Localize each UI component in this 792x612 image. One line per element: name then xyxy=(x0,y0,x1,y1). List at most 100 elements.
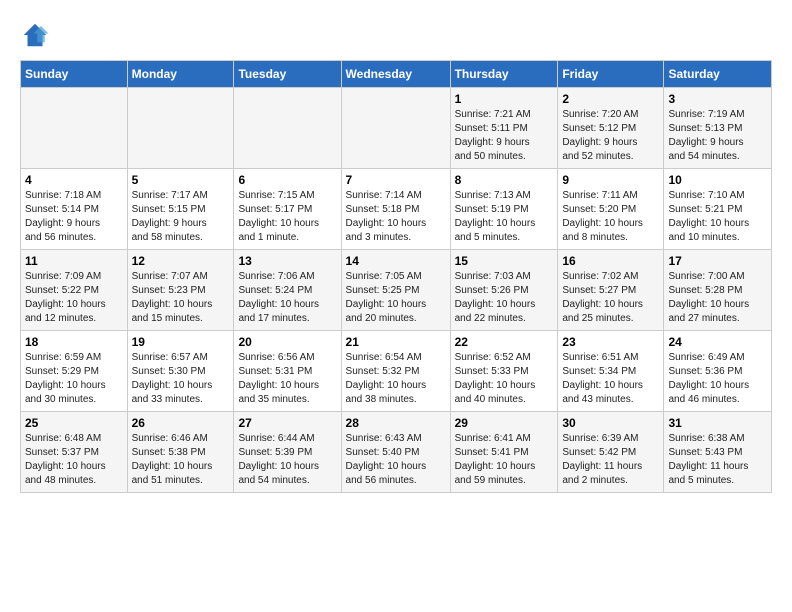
day-info: Sunrise: 6:41 AM Sunset: 5:41 PM Dayligh… xyxy=(455,432,554,488)
day-number: 13 xyxy=(238,254,336,268)
day-number: 31 xyxy=(668,416,767,430)
day-cell: 18 Sunrise: 6:59 AM Sunset: 5:29 PM Dayli… xyxy=(21,331,128,412)
calendar-table: SundayMondayTuesdayWednesdayThursdayFrid… xyxy=(20,60,772,493)
day-number: 29 xyxy=(455,416,554,430)
day-cell xyxy=(21,88,128,169)
day-info: Sunrise: 6:51 AM Sunset: 5:34 PM Dayligh… xyxy=(562,351,659,407)
day-number: 3 xyxy=(668,92,767,106)
day-number: 7 xyxy=(346,173,446,187)
day-cell: 14 Sunrise: 7:05 AM Sunset: 5:25 PM Dayli… xyxy=(341,250,450,331)
day-info: Sunrise: 6:56 AM Sunset: 5:31 PM Dayligh… xyxy=(238,351,336,407)
day-number: 14 xyxy=(346,254,446,268)
day-info: Sunrise: 6:38 AM Sunset: 5:43 PM Dayligh… xyxy=(668,432,767,488)
day-cell: 1 Sunrise: 7:21 AM Sunset: 5:11 PM Daylig… xyxy=(450,88,558,169)
day-info: Sunrise: 6:52 AM Sunset: 5:33 PM Dayligh… xyxy=(455,351,554,407)
day-info: Sunrise: 6:54 AM Sunset: 5:32 PM Dayligh… xyxy=(346,351,446,407)
header-cell-wednesday: Wednesday xyxy=(341,61,450,88)
day-number: 4 xyxy=(25,173,123,187)
day-info: Sunrise: 6:59 AM Sunset: 5:29 PM Dayligh… xyxy=(25,351,123,407)
day-number: 24 xyxy=(668,335,767,349)
day-cell: 2 Sunrise: 7:20 AM Sunset: 5:12 PM Daylig… xyxy=(558,88,664,169)
day-info: Sunrise: 7:14 AM Sunset: 5:18 PM Dayligh… xyxy=(346,189,446,245)
day-number: 17 xyxy=(668,254,767,268)
day-cell: 5Sunrise: 7:17 AM Sunset: 5:15 PM Daylig… xyxy=(127,169,234,250)
day-cell: 21Sunrise: 6:54 AM Sunset: 5:32 PM Dayli… xyxy=(341,331,450,412)
day-cell: 11 Sunrise: 7:09 AM Sunset: 5:22 PM Dayli… xyxy=(21,250,128,331)
day-info: Sunrise: 7:21 AM Sunset: 5:11 PM Dayligh… xyxy=(455,108,554,164)
day-number: 9 xyxy=(562,173,659,187)
day-info: Sunrise: 7:02 AM Sunset: 5:27 PM Dayligh… xyxy=(562,270,659,326)
logo-icon xyxy=(20,20,50,50)
day-number: 1 xyxy=(455,92,554,106)
day-info: Sunrise: 7:00 AM Sunset: 5:28 PM Dayligh… xyxy=(668,270,767,326)
logo xyxy=(20,20,54,50)
day-cell: 16 Sunrise: 7:02 AM Sunset: 5:27 PM Dayli… xyxy=(558,250,664,331)
page-header xyxy=(20,20,772,50)
day-cell: 25 Sunrise: 6:48 AM Sunset: 5:37 PM Dayli… xyxy=(21,412,128,493)
header-cell-sunday: Sunday xyxy=(21,61,128,88)
day-number: 6 xyxy=(238,173,336,187)
day-cell: 17 Sunrise: 7:00 AM Sunset: 5:28 PM Dayli… xyxy=(664,250,772,331)
day-cell: 24 Sunrise: 6:49 AM Sunset: 5:36 PM Dayli… xyxy=(664,331,772,412)
day-number: 19 xyxy=(132,335,230,349)
day-number: 5 xyxy=(132,173,230,187)
header-cell-tuesday: Tuesday xyxy=(234,61,341,88)
day-info: Sunrise: 7:06 AM Sunset: 5:24 PM Dayligh… xyxy=(238,270,336,326)
day-info: Sunrise: 6:48 AM Sunset: 5:37 PM Dayligh… xyxy=(25,432,123,488)
day-number: 23 xyxy=(562,335,659,349)
day-number: 18 xyxy=(25,335,123,349)
day-cell: 29 Sunrise: 6:41 AM Sunset: 5:41 PM Dayli… xyxy=(450,412,558,493)
day-info: Sunrise: 7:07 AM Sunset: 5:23 PM Dayligh… xyxy=(132,270,230,326)
day-info: Sunrise: 7:20 AM Sunset: 5:12 PM Dayligh… xyxy=(562,108,659,164)
header-cell-thursday: Thursday xyxy=(450,61,558,88)
day-cell: 28Sunrise: 6:43 AM Sunset: 5:40 PM Dayli… xyxy=(341,412,450,493)
week-row-5: 25 Sunrise: 6:48 AM Sunset: 5:37 PM Dayli… xyxy=(21,412,772,493)
day-number: 30 xyxy=(562,416,659,430)
day-cell: 31 Sunrise: 6:38 AM Sunset: 5:43 PM Dayli… xyxy=(664,412,772,493)
day-number: 25 xyxy=(25,416,123,430)
day-cell: 6 Sunrise: 7:15 AM Sunset: 5:17 PM Daylig… xyxy=(234,169,341,250)
day-info: Sunrise: 6:44 AM Sunset: 5:39 PM Dayligh… xyxy=(238,432,336,488)
day-info: Sunrise: 7:05 AM Sunset: 5:25 PM Dayligh… xyxy=(346,270,446,326)
day-cell: 3 Sunrise: 7:19 AM Sunset: 5:13 PM Daylig… xyxy=(664,88,772,169)
day-info: Sunrise: 7:19 AM Sunset: 5:13 PM Dayligh… xyxy=(668,108,767,164)
day-cell: 8Sunrise: 7:13 AM Sunset: 5:19 PM Daylig… xyxy=(450,169,558,250)
day-info: Sunrise: 6:46 AM Sunset: 5:38 PM Dayligh… xyxy=(132,432,230,488)
day-info: Sunrise: 7:10 AM Sunset: 5:21 PM Dayligh… xyxy=(668,189,767,245)
day-cell xyxy=(127,88,234,169)
day-number: 2 xyxy=(562,92,659,106)
day-cell: 27 Sunrise: 6:44 AM Sunset: 5:39 PM Dayli… xyxy=(234,412,341,493)
day-number: 27 xyxy=(238,416,336,430)
header-cell-saturday: Saturday xyxy=(664,61,772,88)
day-cell xyxy=(341,88,450,169)
header-cell-monday: Monday xyxy=(127,61,234,88)
week-row-3: 11 Sunrise: 7:09 AM Sunset: 5:22 PM Dayli… xyxy=(21,250,772,331)
day-number: 28 xyxy=(346,416,446,430)
week-row-4: 18 Sunrise: 6:59 AM Sunset: 5:29 PM Dayli… xyxy=(21,331,772,412)
day-info: Sunrise: 6:39 AM Sunset: 5:42 PM Dayligh… xyxy=(562,432,659,488)
day-number: 15 xyxy=(455,254,554,268)
day-number: 11 xyxy=(25,254,123,268)
day-number: 22 xyxy=(455,335,554,349)
day-cell: 23 Sunrise: 6:51 AM Sunset: 5:34 PM Dayli… xyxy=(558,331,664,412)
day-cell: 30 Sunrise: 6:39 AM Sunset: 5:42 PM Dayli… xyxy=(558,412,664,493)
day-cell: 19Sunrise: 6:57 AM Sunset: 5:30 PM Dayli… xyxy=(127,331,234,412)
header-row: SundayMondayTuesdayWednesdayThursdayFrid… xyxy=(21,61,772,88)
day-info: Sunrise: 7:09 AM Sunset: 5:22 PM Dayligh… xyxy=(25,270,123,326)
day-info: Sunrise: 6:49 AM Sunset: 5:36 PM Dayligh… xyxy=(668,351,767,407)
day-cell: 4Sunrise: 7:18 AM Sunset: 5:14 PM Daylig… xyxy=(21,169,128,250)
day-cell: 13 Sunrise: 7:06 AM Sunset: 5:24 PM Dayli… xyxy=(234,250,341,331)
day-cell: 10Sunrise: 7:10 AM Sunset: 5:21 PM Dayli… xyxy=(664,169,772,250)
day-cell: 9Sunrise: 7:11 AM Sunset: 5:20 PM Daylig… xyxy=(558,169,664,250)
week-row-1: 1 Sunrise: 7:21 AM Sunset: 5:11 PM Daylig… xyxy=(21,88,772,169)
day-cell: 22 Sunrise: 6:52 AM Sunset: 5:33 PM Dayli… xyxy=(450,331,558,412)
day-number: 16 xyxy=(562,254,659,268)
day-info: Sunrise: 7:13 AM Sunset: 5:19 PM Dayligh… xyxy=(455,189,554,245)
day-info: Sunrise: 7:15 AM Sunset: 5:17 PM Dayligh… xyxy=(238,189,336,245)
day-info: Sunrise: 7:03 AM Sunset: 5:26 PM Dayligh… xyxy=(455,270,554,326)
day-cell: 15 Sunrise: 7:03 AM Sunset: 5:26 PM Dayli… xyxy=(450,250,558,331)
day-number: 20 xyxy=(238,335,336,349)
week-row-2: 4Sunrise: 7:18 AM Sunset: 5:14 PM Daylig… xyxy=(21,169,772,250)
header-cell-friday: Friday xyxy=(558,61,664,88)
day-cell: 7 Sunrise: 7:14 AM Sunset: 5:18 PM Daylig… xyxy=(341,169,450,250)
